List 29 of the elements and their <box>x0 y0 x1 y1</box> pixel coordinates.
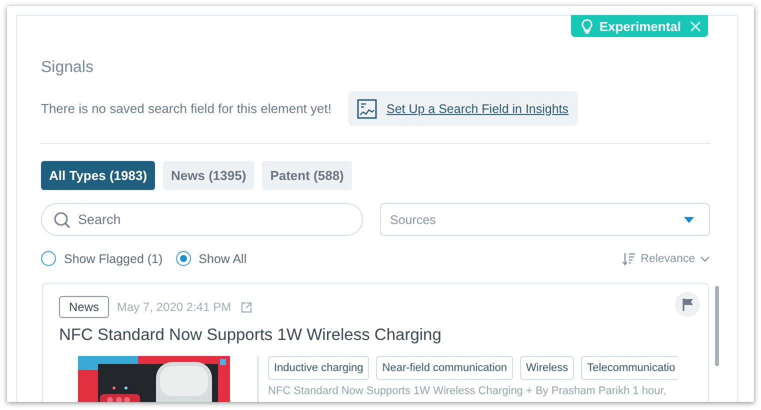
notice-text: There is no saved search field for this element yet! <box>41 101 332 116</box>
result-title[interactable]: NFC Standard Now Supports 1W Wireless Charging <box>59 326 692 345</box>
filter-tab[interactable]: News (1395) <box>163 161 254 190</box>
sort-icon <box>622 252 636 266</box>
topic-tag[interactable]: Inductive charging <box>268 356 370 380</box>
close-icon <box>690 20 701 32</box>
filter-tab[interactable]: All Types (1983) <box>41 161 156 190</box>
chart-icon <box>357 98 378 118</box>
topic-tag[interactable]: Near-field communication <box>376 356 513 380</box>
lightbulb-icon <box>580 18 594 34</box>
flag-icon <box>682 298 694 310</box>
scrollbar-thumb[interactable] <box>715 286 719 366</box>
chevron-down-icon <box>700 256 710 262</box>
flag-button[interactable] <box>675 292 700 316</box>
badge-label: Experimental <box>599 18 681 34</box>
radio-option[interactable]: Show Flagged (1) <box>41 251 163 266</box>
search-icon <box>53 211 71 229</box>
type-tag: News <box>59 296 110 318</box>
filter-tab[interactable]: Patent (588) <box>262 161 352 190</box>
date-text: May 7, 2020 2:41 PM <box>117 300 232 314</box>
radio-option[interactable]: Show All <box>176 251 247 266</box>
snippet-text: NFC Standard Now Supports 1W Wireless Charging + By Prasham Parikh 1 hour, <box>268 385 668 397</box>
external-link-icon[interactable] <box>241 302 252 312</box>
caret-icon <box>684 216 694 222</box>
topic-tag[interactable]: Wireless <box>520 356 574 380</box>
topic-tag[interactable]: Telecommunicatio <box>581 356 678 380</box>
search-field[interactable]: Search <box>41 203 363 236</box>
insights-link-button[interactable]: Set Up a Search Field in Insights <box>348 91 578 126</box>
section-title: Signals <box>41 59 94 77</box>
